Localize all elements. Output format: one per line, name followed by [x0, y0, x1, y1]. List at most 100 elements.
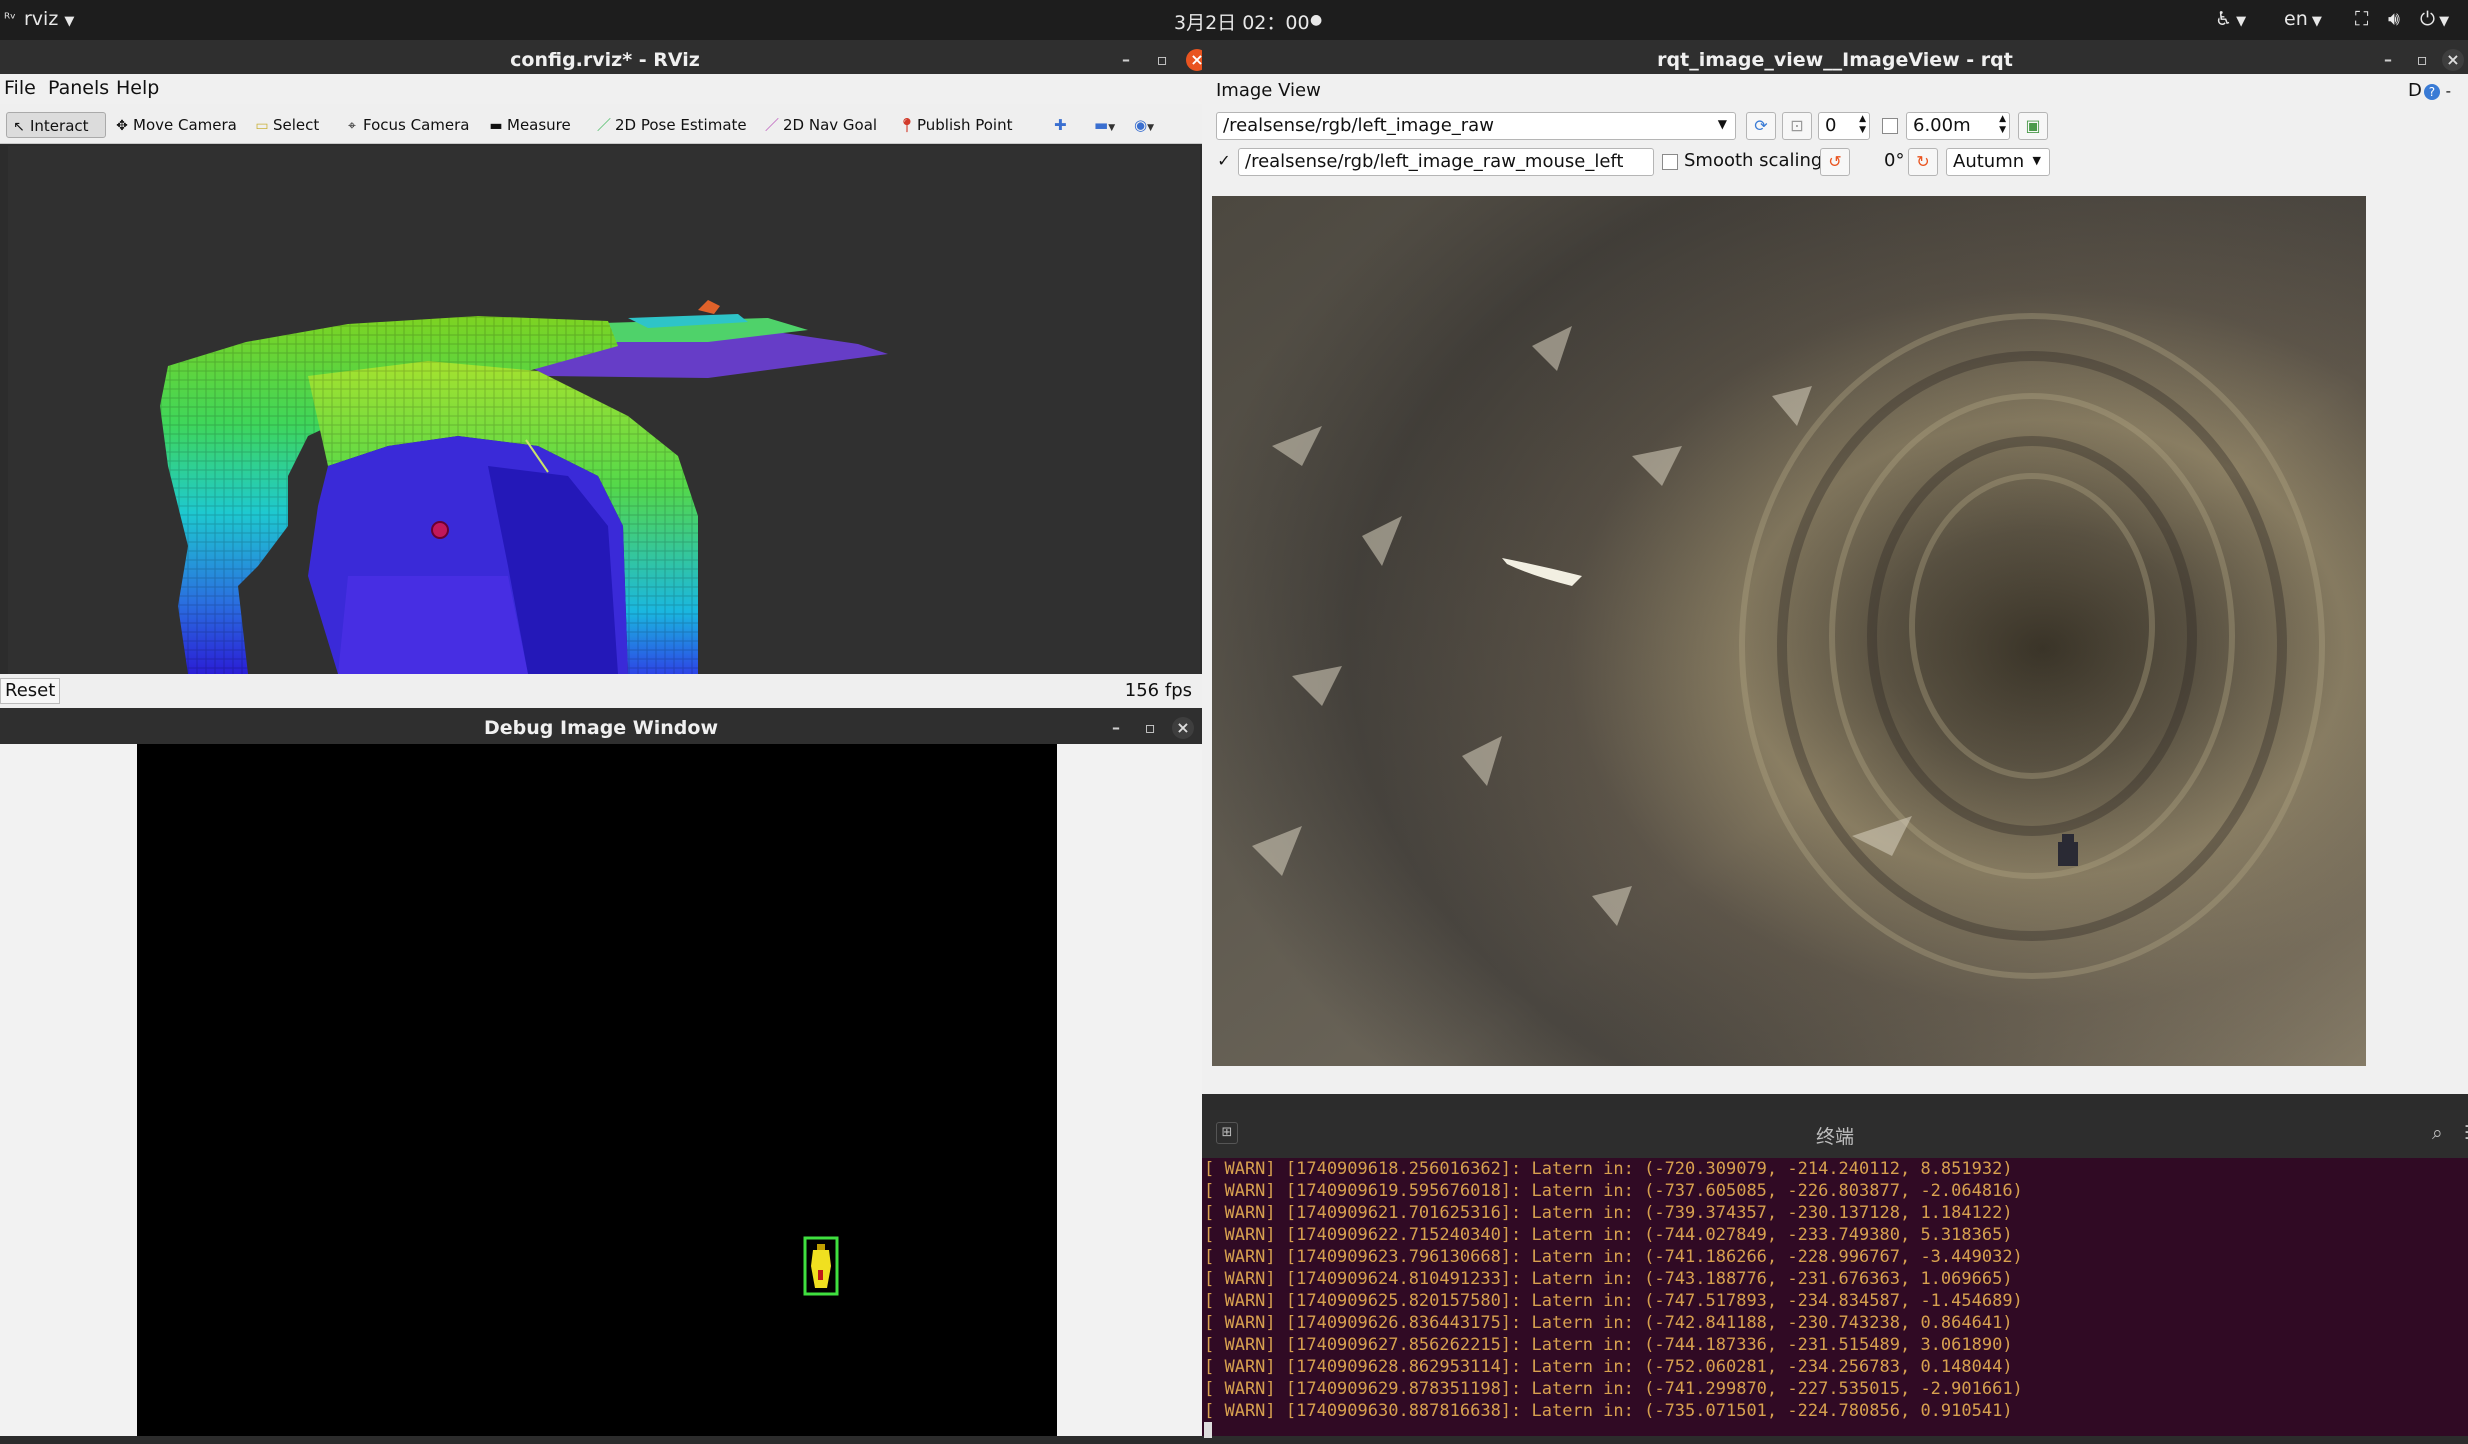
- terminal-line: [ WARN] [1740909624.810491233]: Latern i…: [1204, 1269, 2013, 1289]
- tool-measure[interactable]: ▬ Measure: [484, 112, 570, 138]
- tool-2d-nav-goal[interactable]: ／ 2D Nav Goal: [760, 112, 877, 138]
- tool-focus-camera[interactable]: ⌖ Focus Camera: [340, 112, 469, 138]
- add-tool-icon[interactable]: ✚: [1050, 112, 1067, 138]
- mouse-topic-input[interactable]: /realsense/rgb/left_image_raw_mouse_left: [1238, 148, 1654, 176]
- terminal-line: [ WARN] [1740909619.595676018]: Latern i…: [1204, 1181, 2023, 1201]
- minimize-icon[interactable]: –: [2378, 50, 2398, 70]
- detection-overlay: [803, 1236, 839, 1296]
- zoom-fit-button[interactable]: ⊡: [1782, 112, 1812, 140]
- terminal-line: [ WARN] [1740909625.820157580]: Latern i…: [1204, 1291, 2023, 1311]
- refresh-topics-button[interactable]: ⟳: [1746, 112, 1776, 140]
- fps-readout: 156 fps: [1124, 680, 1192, 701]
- rviz-title: config.rviz* - RViz: [510, 49, 700, 71]
- search-icon[interactable]: ⌕: [2432, 1122, 2443, 1144]
- view-tool-icon[interactable]: ◉▼: [1130, 112, 1154, 138]
- tool-select[interactable]: ▭ Select: [250, 112, 319, 138]
- minimize-icon[interactable]: –: [1116, 50, 1136, 70]
- accessibility-icon[interactable]: ♿︎ ▼: [2215, 8, 2246, 30]
- topic-value: /realsense/rgb/left_image_raw: [1223, 115, 1494, 136]
- terminal-header[interactable]: ⊞ 终端 ⌕ ☰ – ▫ ×: [1202, 1110, 2468, 1158]
- terminal-line: [ WARN] [1740909621.701625316]: Latern i…: [1204, 1203, 2013, 1223]
- zoom-spinbox[interactable]: 0 ▲ ▼: [1818, 112, 1870, 140]
- spin-arrows-icon: ▲ ▼: [1859, 114, 1866, 135]
- plugin-label: Image View: [1216, 80, 1321, 101]
- cursor-icon: ↖: [13, 119, 25, 135]
- network-icon[interactable]: ⛶: [2355, 8, 2368, 30]
- rotate-right-button[interactable]: ↻: [1908, 148, 1938, 176]
- tool-interact[interactable]: ↖ Interact: [6, 112, 106, 138]
- close-icon[interactable]: ×: [2442, 49, 2464, 71]
- debug-titlebar[interactable]: Debug Image Window – ▫ ×: [0, 708, 1202, 744]
- menu-help[interactable]: Help: [116, 77, 159, 99]
- tool-2d-pose-estimate[interactable]: ／ 2D Pose Estimate: [592, 112, 747, 138]
- minimize-icon[interactable]: –: [1106, 718, 1126, 738]
- smooth-scaling-label: Smooth scaling: [1684, 150, 1823, 171]
- remove-tool-icon[interactable]: ▬▼: [1090, 112, 1115, 138]
- arrow-purple-icon: ／: [765, 118, 779, 134]
- tool-move-camera[interactable]: ✥ Move Camera: [110, 112, 237, 138]
- terminal-line: [ WARN] [1740909622.715240340]: Latern i…: [1204, 1225, 2013, 1245]
- spin-arrows-icon: ▲ ▼: [1999, 114, 2006, 135]
- app-menu-label: rviz: [24, 8, 59, 30]
- topic-select[interactable]: /realsense/rgb/left_image_raw ▼: [1216, 112, 1736, 140]
- maximize-icon[interactable]: ▫: [2412, 50, 2432, 70]
- menu-panels[interactable]: Panels: [48, 77, 109, 99]
- close-plugin-icon[interactable]: -: [2446, 82, 2451, 100]
- refresh-icon: ⟳: [1754, 116, 1768, 135]
- clock[interactable]: 3月2日 02：00: [1174, 8, 1310, 35]
- rviz-3d-viewport[interactable]: [8, 146, 1200, 674]
- smooth-scaling-checkbox[interactable]: [1662, 154, 1678, 170]
- save-image-button[interactable]: ▣: [2018, 112, 2048, 140]
- mouse-publish-checkbox[interactable]: ✓: [1216, 153, 1232, 170]
- hamburger-menu-icon[interactable]: ☰: [2464, 1122, 2468, 1144]
- rviz-statusbar: Reset 156 fps: [0, 674, 1210, 708]
- menu-file[interactable]: File: [4, 77, 36, 99]
- terminal-line: [ WARN] [1740909623.796130668]: Latern i…: [1204, 1247, 2023, 1267]
- rotate-left-icon: ↺: [1828, 152, 1842, 171]
- pin-icon: 📍︎: [898, 118, 916, 134]
- rotate-left-button[interactable]: ↺: [1820, 148, 1850, 176]
- close-icon[interactable]: ×: [1172, 717, 1194, 739]
- select-icon: ▭: [255, 118, 269, 134]
- arrow-green-icon: ／: [597, 118, 611, 134]
- reset-button[interactable]: Reset: [0, 678, 61, 704]
- chevron-down-icon: ▼: [64, 14, 75, 29]
- marker-dot: [431, 521, 449, 539]
- terminal-output[interactable]: [ WARN] [1740909618.256016362]: Latern i…: [1202, 1158, 2468, 1438]
- debug-image: [137, 744, 1057, 1436]
- terminal-line: [ WARN] [1740909627.856262215]: Latern i…: [1204, 1335, 2013, 1355]
- volume-icon[interactable]: 🔊︎: [2388, 8, 2400, 30]
- debug-title: Debug Image Window: [484, 717, 718, 739]
- zoom-icon: ⊡: [1790, 116, 1804, 135]
- language-label: en: [2284, 8, 2308, 30]
- maximize-icon[interactable]: ▫: [1140, 718, 1160, 738]
- help-icon[interactable]: ?: [2423, 84, 2440, 100]
- debug-image-area: [0, 744, 1202, 1436]
- max-range-checkbox[interactable]: [1882, 118, 1898, 134]
- tool-publish-point[interactable]: 📍︎Publish Point: [894, 112, 1012, 138]
- maximize-icon[interactable]: ▫: [1152, 50, 1172, 70]
- terminal-line: [ WARN] [1740909630.887816638]: Latern i…: [1204, 1401, 2013, 1421]
- power-icon[interactable]: ⏻ ▼: [2420, 8, 2449, 30]
- ruler-icon: ▬: [489, 118, 503, 134]
- max-range-spinbox[interactable]: 6.00m ▲ ▼: [1906, 112, 2010, 140]
- rqt-titlebar[interactable]: rqt_image_view__ImageView - rqt – ▫ ×: [1202, 40, 2468, 74]
- move-icon: ✥: [116, 118, 128, 134]
- focus-icon: ⌖: [348, 118, 356, 134]
- colormap-select[interactable]: Autumn ▼: [1946, 148, 2050, 176]
- language-menu[interactable]: en ▼: [2284, 8, 2322, 30]
- chevron-down-icon: ▼: [2032, 154, 2041, 167]
- image-icon: ▣: [2025, 116, 2041, 135]
- system-top-bar: ᴿᵛ rviz ▼ 3月2日 02：00 ● ♿︎ ▼ en ▼ ⛶ 🔊︎ ⏻ …: [0, 0, 2468, 40]
- chevron-down-icon: ▼: [1717, 117, 1727, 131]
- rviz-titlebar[interactable]: config.rviz* - RViz – ▫ ×: [0, 40, 1210, 74]
- terminal-line: [ WARN] [1740909618.256016362]: Latern i…: [1204, 1159, 2013, 1179]
- rviz-menubar: File Panels Help: [0, 74, 1210, 104]
- voxel-map-render: [160, 300, 888, 674]
- app-menu[interactable]: rviz ▼: [24, 8, 74, 30]
- cave-camera-feed: [1212, 196, 2366, 1066]
- rotation-value: 0°: [1884, 150, 1905, 171]
- dock-label[interactable]: D? -: [2408, 80, 2451, 101]
- app-icon: ᴿᵛ: [4, 11, 16, 27]
- camera-image[interactable]: [1212, 196, 2366, 1066]
